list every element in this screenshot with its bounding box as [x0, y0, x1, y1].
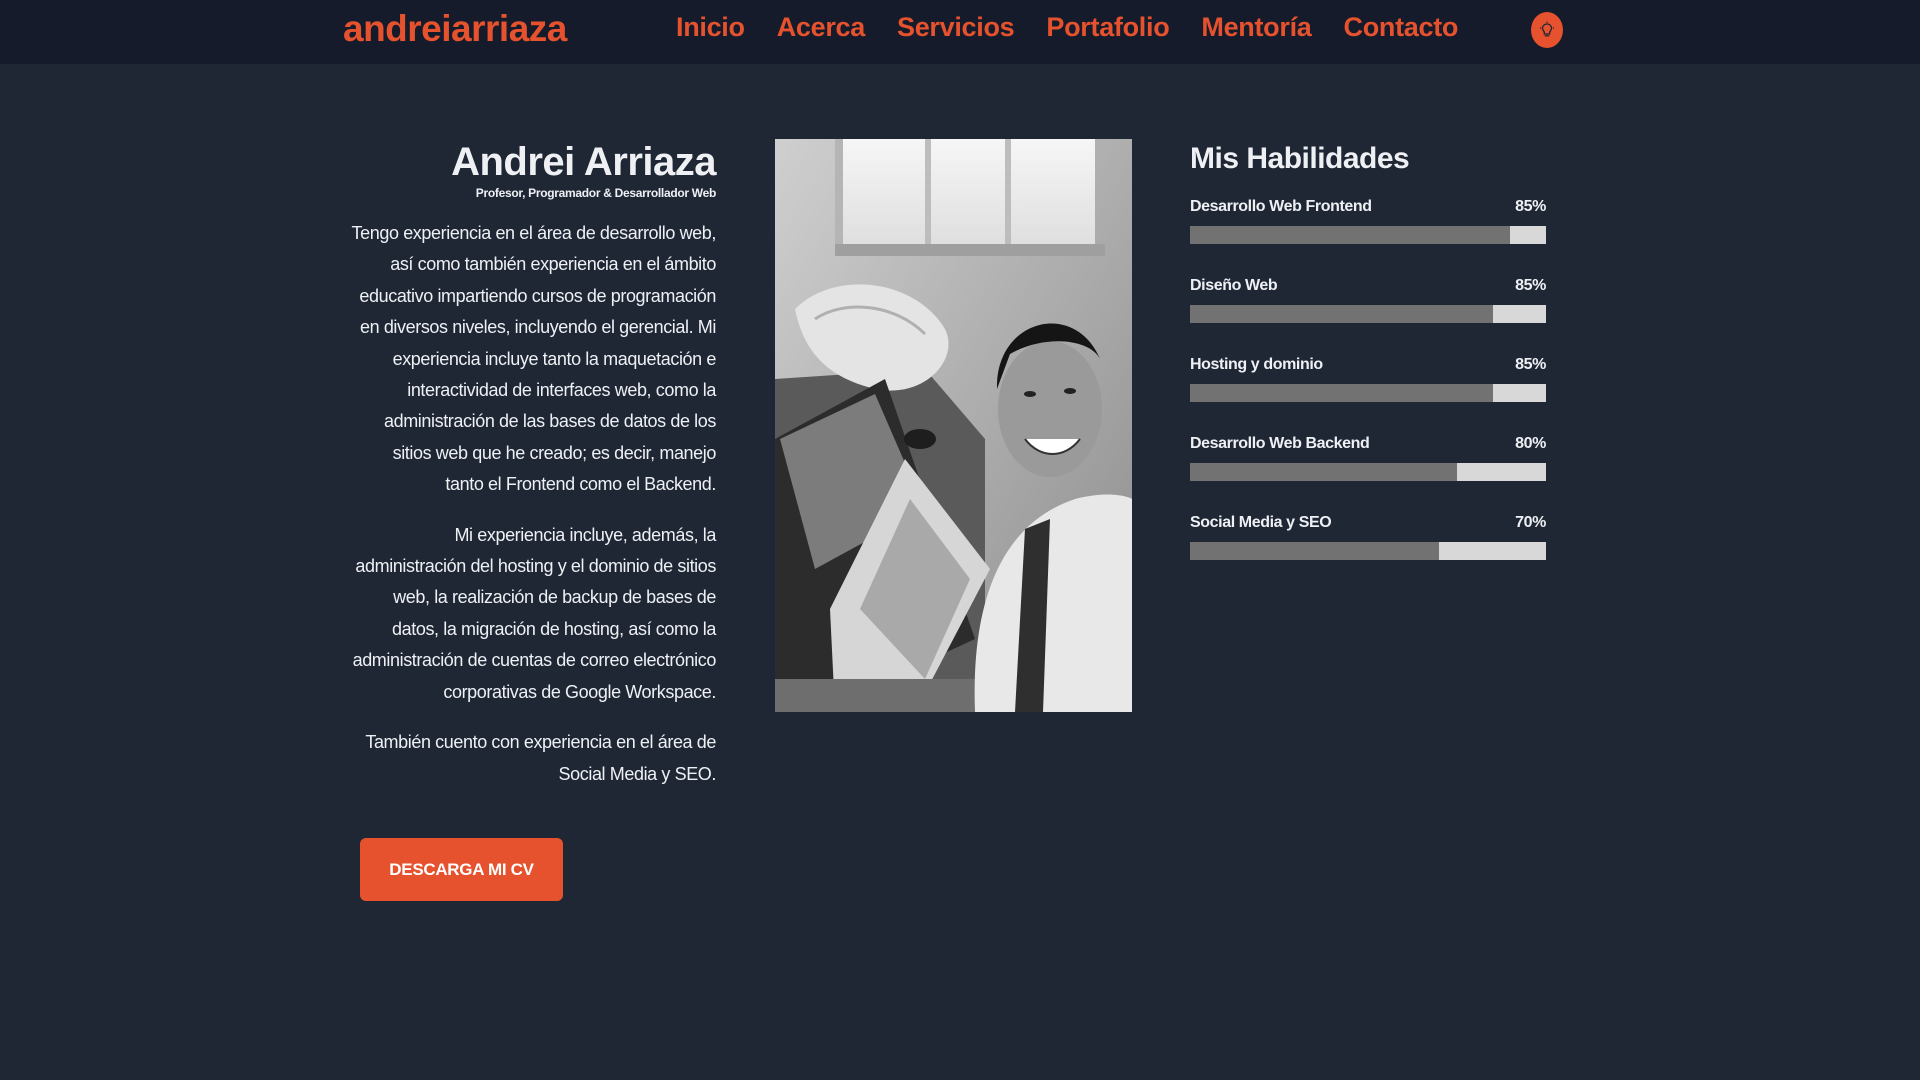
main-nav: Inicio Acerca Servicios Portafolio Mento… [660, 12, 1474, 43]
nav-contacto[interactable]: Contacto [1328, 12, 1475, 43]
skill-label: Hosting y dominio [1190, 356, 1323, 373]
theme-toggle-button[interactable] [1531, 12, 1563, 48]
skill-percent: 85% [1515, 277, 1546, 294]
skill-bar [1190, 542, 1546, 560]
profile-name: Andrei Arriaza [451, 140, 716, 184]
nav-inicio[interactable]: Inicio [660, 12, 761, 43]
skill-item: Desarrollo Web Backend 80% [1190, 435, 1546, 481]
about-section: Andrei Arriaza Profesor, Programador & D… [350, 138, 717, 809]
skill-bar-fill [1190, 542, 1440, 560]
skill-bar [1190, 384, 1546, 402]
skill-label: Desarrollo Web Frontend [1190, 198, 1372, 215]
profile-subtitle: Profesor, Programador & Desarrollador We… [475, 186, 717, 200]
skill-item: Diseño Web 85% [1190, 277, 1546, 323]
profile-photo [775, 139, 1132, 712]
nav-acerca[interactable]: Acerca [761, 12, 881, 43]
download-cv-button[interactable]: DESCARGA MI CV [360, 838, 563, 901]
nav-portafolio[interactable]: Portafolio [1030, 12, 1185, 43]
about-paragraph-3: También cuento con experiencia en el áre… [365, 732, 716, 784]
skill-item: Desarrollo Web Frontend 85% [1190, 198, 1546, 244]
skill-bar-fill [1190, 384, 1493, 402]
skill-bar-fill [1190, 305, 1493, 323]
lightbulb-icon [1540, 21, 1554, 37]
nav-servicios[interactable]: Servicios [881, 12, 1030, 43]
site-logo[interactable]: andreiarriaza [343, 8, 567, 50]
skill-percent: 80% [1515, 435, 1546, 452]
skills-title: Mis Habilidades [1190, 142, 1410, 175]
skill-bar-fill [1190, 226, 1511, 244]
about-paragraph-1: Tengo experiencia en el área de desarrol… [351, 223, 717, 495]
skill-percent: 85% [1515, 356, 1546, 373]
skill-item: Hosting y dominio 85% [1190, 356, 1546, 402]
skill-percent: 85% [1515, 198, 1546, 215]
skill-percent: 70% [1515, 514, 1546, 531]
skill-item: Social Media y SEO 70% [1190, 514, 1546, 560]
skill-bar [1190, 226, 1546, 244]
about-paragraph-2: Mi experiencia incluye, además, la admin… [352, 524, 717, 702]
skill-bar [1190, 305, 1546, 323]
skill-label: Desarrollo Web Backend [1190, 435, 1370, 452]
skills-section: Mis Habilidades Desarrollo Web Frontend … [1190, 138, 1546, 593]
skill-label: Social Media y SEO [1190, 514, 1332, 531]
nav-mentoria[interactable]: Mentoría [1185, 12, 1327, 43]
skill-label: Diseño Web [1190, 277, 1278, 294]
top-navbar: andreiarriaza Inicio Acerca Servicios Po… [0, 0, 1920, 64]
skill-bar [1190, 463, 1546, 481]
skill-bar-fill [1190, 463, 1457, 481]
